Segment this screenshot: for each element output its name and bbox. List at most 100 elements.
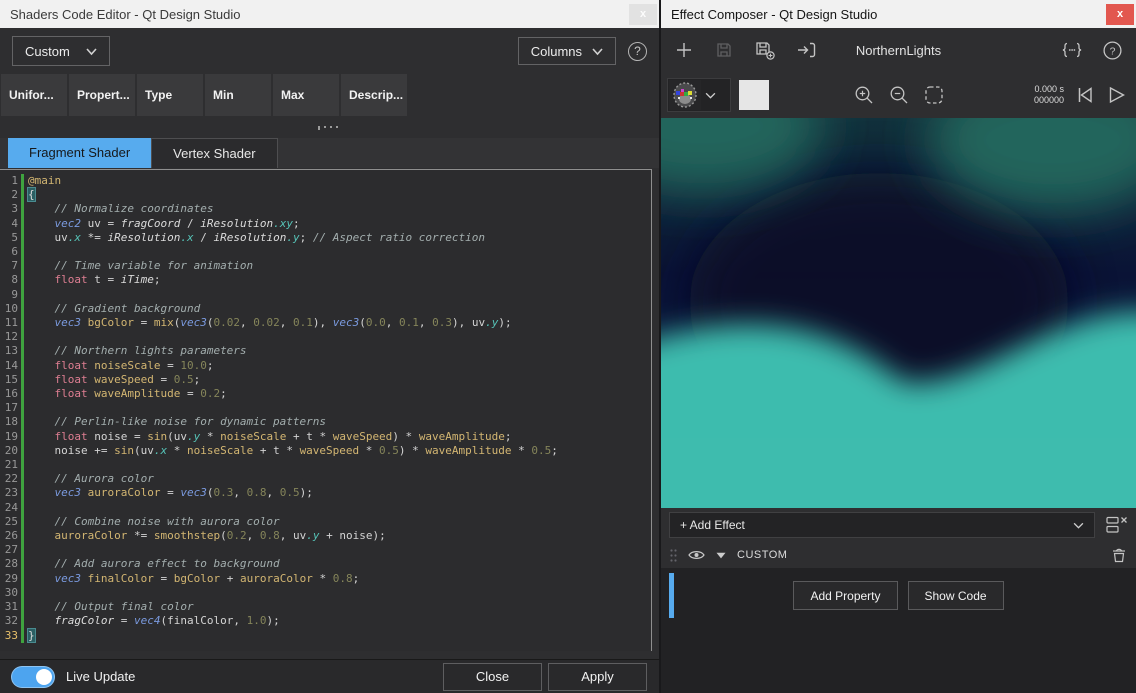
- code-line: // Add aurora effect to background: [28, 557, 558, 571]
- line-number: 27: [0, 543, 18, 557]
- line-number: 17: [0, 401, 18, 415]
- add-effect-label: + Add Effect: [680, 518, 745, 532]
- add-effect-dropdown[interactable]: + Add Effect: [669, 512, 1095, 538]
- left-window-title: Shaders Code Editor - Qt Design Studio: [10, 7, 241, 22]
- columns-dropdown-label: Columns: [531, 44, 582, 59]
- left-titlebar[interactable]: Shaders Code Editor - Qt Design Studio x: [0, 0, 659, 28]
- effect-item-label: CUSTOM: [737, 549, 787, 561]
- columns-dropdown[interactable]: Columns: [518, 37, 616, 65]
- column-header-property[interactable]: Propert...: [69, 74, 135, 116]
- preset-dropdown-value: Custom: [25, 44, 70, 59]
- selection-accent-bar: [669, 573, 674, 618]
- close-button[interactable]: Close: [443, 663, 542, 691]
- custom-effect-panel: Add Property Show Code: [661, 568, 1136, 693]
- code-line: float noise = sin(uv.y * noiseScale + t …: [28, 430, 558, 444]
- show-code-button[interactable]: Show Code: [908, 581, 1004, 610]
- play-animation-icon[interactable]: [1108, 85, 1126, 105]
- panel-splitter[interactable]: [0, 116, 659, 138]
- column-header-type[interactable]: Type: [137, 74, 203, 116]
- help-icon[interactable]: ?: [628, 42, 647, 61]
- apply-button[interactable]: Apply: [548, 663, 647, 691]
- line-number: 29: [0, 572, 18, 586]
- line-number: 26: [0, 529, 18, 543]
- right-close-button[interactable]: x: [1106, 4, 1134, 25]
- live-update-toggle[interactable]: [12, 667, 54, 687]
- expand-caret-icon[interactable]: [716, 552, 726, 559]
- code-line: [28, 245, 558, 259]
- column-header-min[interactable]: Min: [205, 74, 271, 116]
- add-effect-row: + Add Effect: [661, 508, 1136, 542]
- preview-frame-counter: 000000: [1034, 95, 1064, 106]
- code-line: // Aurora color: [28, 472, 558, 486]
- effect-preview-canvas[interactable]: [661, 118, 1136, 508]
- code-line: vec3 bgColor = mix(vec3(0.02, 0.02, 0.1)…: [28, 316, 558, 330]
- drag-handle-icon[interactable]: [670, 549, 677, 562]
- tab-vertex-shader[interactable]: Vertex Shader: [151, 138, 277, 168]
- code-line: float t = iTime;: [28, 273, 558, 287]
- preview-time-seconds: 0.000 s: [1034, 84, 1064, 95]
- line-number: 12: [0, 330, 18, 344]
- preview-image-thumbnail: [669, 80, 701, 110]
- preset-dropdown[interactable]: Custom: [12, 36, 110, 66]
- line-number: 6: [0, 245, 18, 259]
- line-number: 25: [0, 515, 18, 529]
- code-line: [28, 330, 558, 344]
- line-number: 14: [0, 359, 18, 373]
- left-close-button[interactable]: x: [629, 4, 657, 25]
- line-number-gutter: 1234567891011121314151617181920212223242…: [0, 174, 18, 643]
- line-number: 33: [0, 629, 18, 643]
- right-titlebar[interactable]: Effect Composer - Qt Design Studio x: [661, 0, 1136, 28]
- restart-animation-icon[interactable]: [1075, 85, 1095, 105]
- line-number: 11: [0, 316, 18, 330]
- line-number: 8: [0, 273, 18, 287]
- save-icon[interactable]: [715, 41, 733, 59]
- zoom-fit-icon[interactable]: [924, 85, 944, 105]
- help-icon[interactable]: ?: [1103, 41, 1122, 60]
- line-number: 31: [0, 600, 18, 614]
- save-as-icon[interactable]: [755, 41, 775, 60]
- code-text[interactable]: @main{ // Normalize coordinates vec2 uv …: [28, 174, 558, 643]
- code-editor[interactable]: 1234567891011121314151617181920212223242…: [0, 169, 652, 651]
- line-number: 1: [0, 174, 18, 188]
- code-line: [28, 586, 558, 600]
- add-property-button[interactable]: Add Property: [793, 581, 897, 610]
- chevron-down-icon: [592, 48, 603, 55]
- code-line: [28, 458, 558, 472]
- live-update-label: Live Update: [66, 669, 135, 684]
- code-line: [28, 501, 558, 515]
- column-header-max[interactable]: Max: [273, 74, 339, 116]
- zoom-in-icon[interactable]: [854, 85, 874, 105]
- background-color-swatch[interactable]: [739, 80, 769, 110]
- tab-fragment-shader[interactable]: Fragment Shader: [8, 138, 151, 168]
- line-number: 15: [0, 373, 18, 387]
- line-number: 9: [0, 288, 18, 302]
- column-header-uniform[interactable]: Unifor...: [1, 74, 67, 116]
- svg-text:?: ?: [1110, 45, 1116, 57]
- add-composition-icon[interactable]: [675, 41, 693, 59]
- effect-composer-window: Effect Composer - Qt Design Studio x Nor…: [661, 0, 1136, 693]
- preview-image-selector[interactable]: [667, 78, 731, 112]
- code-view-icon[interactable]: [1061, 42, 1083, 58]
- code-line: {: [28, 188, 558, 202]
- delete-effect-icon[interactable]: [1111, 547, 1127, 563]
- line-number: 22: [0, 472, 18, 486]
- code-line: // Perlin-like noise for dynamic pattern…: [28, 415, 558, 429]
- line-number: 23: [0, 486, 18, 500]
- assign-to-item-icon[interactable]: [797, 41, 817, 59]
- code-line: auroraColor *= smoothstep(0.2, 0.8, uv.y…: [28, 529, 558, 543]
- editor-footer: Live Update Close Apply: [0, 659, 659, 693]
- line-number: 30: [0, 586, 18, 600]
- line-number: 16: [0, 387, 18, 401]
- zoom-out-icon[interactable]: [889, 85, 909, 105]
- line-number: 20: [0, 444, 18, 458]
- effect-item-custom[interactable]: CUSTOM: [661, 542, 1136, 568]
- line-number: 32: [0, 614, 18, 628]
- column-header-description[interactable]: Descrip...: [341, 74, 407, 116]
- splitter-handle-icon: [318, 126, 346, 128]
- clear-all-effects-icon[interactable]: [1106, 516, 1128, 534]
- preview-toolbar: 0.000 s 000000: [661, 72, 1136, 118]
- chevron-down-icon: [705, 92, 716, 99]
- line-number: 10: [0, 302, 18, 316]
- aurora-base: [661, 438, 1136, 508]
- visibility-eye-icon[interactable]: [688, 549, 705, 561]
